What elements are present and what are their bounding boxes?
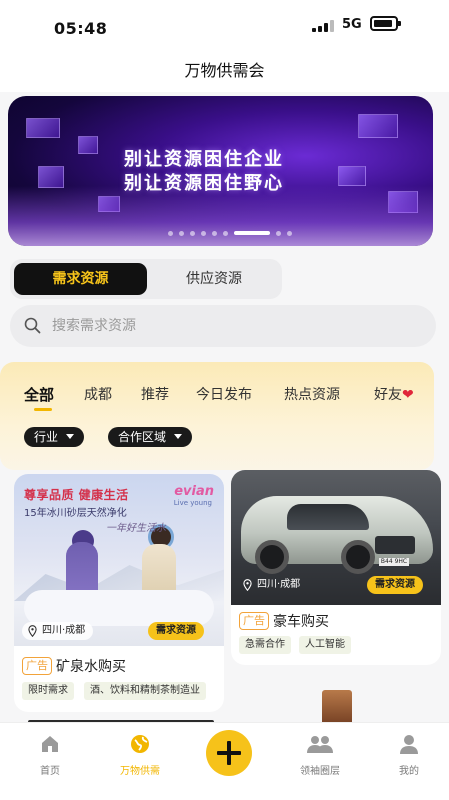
location-pin-icon xyxy=(243,579,252,591)
demand-badge: 需求资源 xyxy=(367,576,423,594)
category-today[interactable]: 今日发布 xyxy=(196,384,252,404)
resource-card-car[interactable]: B44 9HC 四川·成都 需求资源 广告 豪车购买 急需合作 人工智能 xyxy=(231,470,441,665)
card-title-row: 广告 豪车购买 xyxy=(239,611,329,631)
tab-supply-resources[interactable]: 供应资源 xyxy=(150,263,278,295)
promo-banner[interactable]: 别让资源困住企业 别让资源困住野心 xyxy=(8,96,433,246)
category-friends[interactable]: 好友❤ xyxy=(374,384,414,404)
resource-card-water[interactable]: 尊享品质 健康生活 15年冰川砂层天然净化 一年好生活水 evian Live … xyxy=(14,474,224,712)
bottom-tab-bar: 首页 万物供需 领袖圈层 我的 xyxy=(0,722,449,800)
card-title: 豪车购买 xyxy=(273,614,329,630)
location-label: 四川·成都 xyxy=(257,579,301,590)
search-input[interactable] xyxy=(52,305,412,347)
category-chengdu[interactable]: 成都 xyxy=(84,384,112,404)
banner-line-1: 别让资源困住企业 xyxy=(124,149,284,170)
search-icon xyxy=(24,317,41,334)
tab-demand-resources[interactable]: 需求资源 xyxy=(14,263,147,295)
card-title: 矿泉水购买 xyxy=(56,659,126,675)
tag-chip: 限时需求 xyxy=(22,682,74,700)
location-badge: 四川·成都 xyxy=(237,576,308,594)
next-card-image-peek xyxy=(322,690,352,722)
filter-panel: 全部 成都 推荐 今日发布 热点资源 好友❤ 行业 合作区域 xyxy=(0,362,434,470)
network-label: 5G xyxy=(342,17,362,32)
brand-tagline: Live young xyxy=(173,499,212,507)
category-all[interactable]: 全部 xyxy=(24,384,54,405)
signal-icon xyxy=(312,20,334,32)
card-title-row: 广告 矿泉水购买 xyxy=(22,656,126,676)
tab-market-label: 万物供需 xyxy=(120,766,160,777)
heart-icon: ❤ xyxy=(402,387,414,403)
brand-logo: evian xyxy=(174,484,214,499)
location-label: 四川·成都 xyxy=(42,625,86,636)
region-dropdown-label: 合作区域 xyxy=(118,430,167,444)
tab-mine-label: 我的 xyxy=(399,766,419,777)
tab-home-label: 首页 xyxy=(40,766,60,777)
tab-market[interactable]: 万物供需 xyxy=(110,733,170,777)
tab-circle[interactable]: 领袖圈层 xyxy=(290,733,350,777)
banner-pagination xyxy=(168,230,292,236)
industry-dropdown[interactable]: 行业 xyxy=(24,427,85,447)
globe-icon xyxy=(131,735,149,753)
banner-text: 别让资源困住企业 别让资源困住野心 xyxy=(124,148,284,196)
image-subline: 15年冰川砂层天然净化 xyxy=(24,508,127,519)
category-hot[interactable]: 热点资源 xyxy=(284,384,340,404)
tag-chip: 人工智能 xyxy=(299,636,351,654)
caret-down-icon xyxy=(66,434,75,439)
status-bar: 05:48 5G xyxy=(0,0,449,56)
battery-icon xyxy=(370,16,401,31)
card-image-water: 尊享品质 健康生活 15年冰川砂层天然净化 一年好生活水 evian Live … xyxy=(14,474,224,646)
industry-dropdown-label: 行业 xyxy=(34,430,59,444)
tag-chip: 急需合作 xyxy=(239,636,291,654)
category-tabs: 全部 成都 推荐 今日发布 热点资源 好友❤ xyxy=(24,384,424,411)
group-icon xyxy=(307,736,333,753)
page-header: 万物供需会 xyxy=(0,56,449,92)
tab-home[interactable]: 首页 xyxy=(20,733,80,777)
tag-chip: 酒、饮料和精制茶制造业 xyxy=(84,682,206,700)
location-badge: 四川·成都 xyxy=(22,622,94,640)
image-headline: 尊享品质 健康生活 xyxy=(24,488,129,502)
page-title: 万物供需会 xyxy=(184,61,265,80)
active-category-indicator xyxy=(34,408,52,411)
resource-type-switch: 需求资源 供应资源 xyxy=(10,259,282,299)
home-icon xyxy=(42,736,58,752)
status-time: 05:48 xyxy=(54,19,108,38)
region-dropdown[interactable]: 合作区域 xyxy=(108,427,193,447)
category-recommended[interactable]: 推荐 xyxy=(141,384,169,404)
demand-badge: 需求资源 xyxy=(148,622,204,640)
user-icon xyxy=(400,735,418,754)
search-bar[interactable] xyxy=(10,305,436,347)
ad-tag: 广告 xyxy=(239,612,269,630)
tab-circle-label: 领袖圈层 xyxy=(300,766,340,777)
category-friends-label: 好友 xyxy=(374,387,402,403)
card-image-car: B44 9HC 四川·成都 需求资源 xyxy=(231,470,441,605)
tab-mine[interactable]: 我的 xyxy=(379,733,439,777)
publish-plus-button[interactable] xyxy=(206,730,252,776)
image-script: 一年好生活水 xyxy=(106,523,166,534)
car-plate: B44 9HC xyxy=(379,558,409,566)
location-pin-icon xyxy=(28,625,37,637)
banner-line-2: 别让资源困住野心 xyxy=(124,173,284,194)
caret-down-icon xyxy=(174,434,183,439)
ad-tag: 广告 xyxy=(22,657,52,675)
